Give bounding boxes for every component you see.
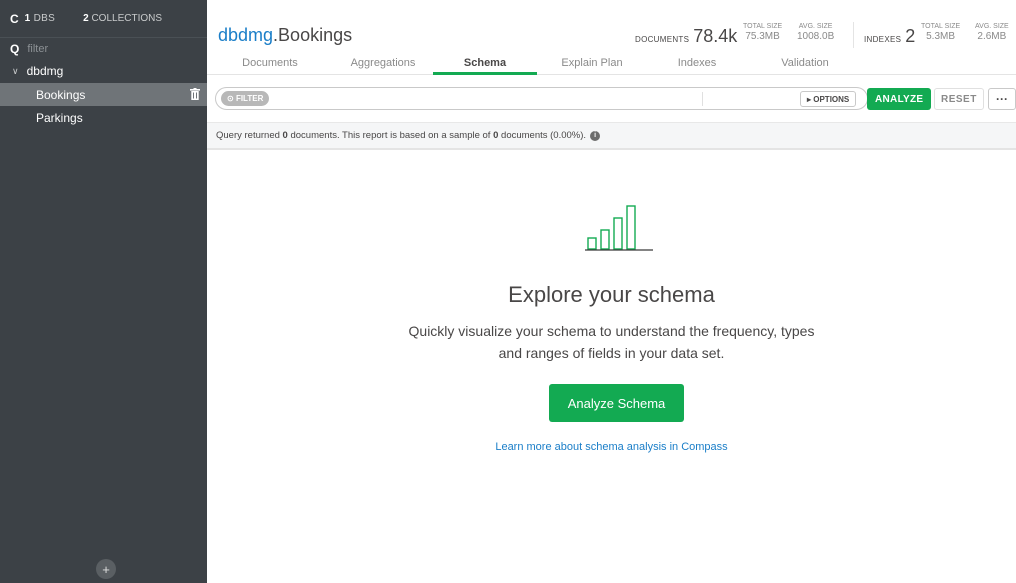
tab-validation[interactable]: Validation	[747, 53, 863, 75]
tab-schema[interactable]: Schema	[433, 53, 537, 75]
query-info-bar: Query returned 0 documents. This report …	[207, 122, 1016, 150]
tab-explain-plan[interactable]: Explain Plan	[537, 53, 647, 75]
trash-icon[interactable]	[190, 88, 200, 100]
collection-label: Bookings	[36, 87, 86, 102]
sidebar-stats: C 1 DBS 2 COLLECTIONS	[0, 0, 207, 37]
schema-chart-icon	[585, 205, 653, 251]
chevron-down-icon: ∨	[12, 65, 19, 76]
options-button[interactable]: ▸ OPTIONS	[800, 91, 857, 107]
query-bar: ⊙ FILTER ▸ OPTIONS ANALYZE RESET ···	[207, 86, 1016, 112]
plus-icon: +	[102, 561, 110, 577]
refresh-icon[interactable]: C	[10, 12, 19, 26]
docs-avg-size: AVG. SIZE 1008.0B	[797, 23, 835, 42]
filter-input[interactable]: ⊙ FILTER ▸ OPTIONS	[215, 87, 868, 110]
title-collection: .Bookings	[273, 25, 353, 45]
empty-state-heading: Explore your schema	[508, 282, 715, 307]
analyze-button[interactable]: ANALYZE	[867, 88, 932, 110]
tab-documents[interactable]: Documents	[207, 53, 333, 75]
stats-divider	[853, 22, 854, 48]
learn-more-link[interactable]: Learn more about schema analysis in Comp…	[207, 441, 1016, 453]
indexes-stat: INDEXES 2	[864, 26, 916, 46]
info-icon[interactable]: i	[590, 130, 601, 141]
idx-total-size: TOTAL SIZE 5.3MB	[921, 23, 961, 42]
query-divider	[702, 92, 703, 106]
filter-pill: ⊙ FILTER	[221, 91, 270, 106]
documents-stat: DOCUMENTS 78.4k	[635, 26, 738, 46]
collection-header: dbdmg.Bookings DOCUMENTS 78.4k TOTAL SIZ…	[207, 0, 1016, 75]
docs-total-size: TOTAL SIZE 75.3MB	[743, 23, 783, 42]
sidebar: C 1 DBS 2 COLLECTIONS Q filter ∨ dbdmg B…	[0, 0, 207, 583]
database-name: dbdmg	[26, 64, 64, 78]
more-options-button[interactable]: ···	[988, 88, 1016, 110]
tab-indexes[interactable]: Indexes	[647, 53, 747, 75]
tab-aggregations[interactable]: Aggregations	[333, 53, 433, 75]
analyze-schema-button[interactable]: Analyze Schema	[549, 384, 684, 422]
sidebar-database-dbdmg[interactable]: ∨ dbdmg	[0, 59, 207, 83]
collection-tabs: Documents Aggregations Schema Explain Pl…	[207, 53, 863, 75]
collections-count: 2 COLLECTIONS	[83, 13, 163, 24]
sidebar-collection-bookings[interactable]: Bookings	[0, 83, 207, 106]
collection-label: Parkings	[36, 110, 83, 125]
idx-avg-size: AVG. SIZE 2.6MB	[975, 23, 1009, 42]
sidebar-collection-parkings[interactable]: Parkings	[0, 106, 207, 129]
add-database-button[interactable]: +	[96, 559, 116, 579]
search-icon: Q	[10, 41, 20, 56]
sidebar-filter[interactable]: Q filter	[0, 37, 207, 59]
reset-button[interactable]: RESET	[934, 88, 984, 110]
sidebar-filter-input[interactable]: filter	[27, 43, 48, 55]
dbs-count: 1 DBS	[24, 13, 56, 24]
title-database[interactable]: dbdmg	[218, 25, 273, 45]
empty-state-description: Quickly visualize your schema to underst…	[408, 323, 815, 361]
page-title: dbdmg.Bookings	[218, 25, 352, 46]
